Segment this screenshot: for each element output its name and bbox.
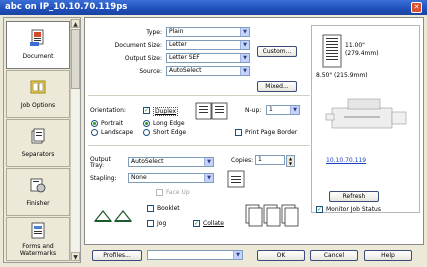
refresh-button[interactable]: Refresh — [329, 191, 379, 202]
ok-button[interactable]: OK — [257, 250, 305, 261]
sidebar-item-label: Document — [22, 53, 54, 60]
sidebar-item-document[interactable]: Document — [6, 21, 70, 69]
scroll-up-icon[interactable]: ▲ — [71, 19, 80, 28]
footer-bar: Profiles... ▼ OK Cancel Help — [84, 247, 424, 265]
close-icon: ✕ — [413, 3, 420, 11]
sidebar-item-separators[interactable]: Separators — [6, 119, 70, 167]
sidebar-item-label: Job Options — [20, 102, 56, 109]
window-title: abc on IP_10.10.70.119ps — [5, 2, 128, 12]
long-edge-radio[interactable] — [143, 120, 150, 127]
custom-button[interactable]: Custom... — [257, 46, 297, 57]
chevron-down-icon: ▼ — [240, 41, 249, 49]
face-up-label: Face Up — [166, 189, 190, 196]
sidebar: Document Job Options Separators Finisher — [3, 17, 81, 263]
paper-height: 11.00" — [345, 42, 365, 49]
document-settings-panel: Type: Plain ▼ Document Size: Letter ▼ Outp… — [84, 17, 424, 245]
stapling-select[interactable]: None ▼ — [128, 173, 214, 183]
divider — [88, 95, 310, 96]
document-icon — [30, 29, 44, 46]
copies-input[interactable]: 1 — [255, 155, 285, 165]
landscape-label: Landscape — [101, 129, 134, 136]
landscape-radio[interactable] — [91, 129, 98, 136]
profile-select[interactable]: ▼ — [147, 250, 243, 260]
printer-image — [325, 98, 407, 129]
preview-frame: 11.00" (279.4mm) 8.50" (215.9mm) 10.10.7… — [311, 25, 420, 213]
separators-icon — [31, 128, 45, 144]
orientation-label: Orientation: — [90, 107, 126, 114]
chevron-down-icon: ▼ — [233, 251, 242, 259]
copies-stepper[interactable]: ▲ ▼ — [286, 155, 295, 167]
collate-pages-icon — [245, 204, 299, 227]
output-size-select[interactable]: Letter SEF ▼ — [166, 53, 250, 63]
nup-label: N-up: — [245, 107, 262, 114]
chevron-down-icon: ▼ — [290, 106, 299, 114]
print-page-border-label: Print Page Border — [245, 129, 298, 136]
booklet-checkbox[interactable] — [147, 205, 154, 212]
divider — [88, 145, 310, 146]
booklet-label: Booklet — [157, 205, 180, 212]
nup-select[interactable]: 1 ▼ — [266, 105, 300, 115]
chevron-down-icon: ▼ — [240, 54, 249, 62]
finisher-icon — [30, 178, 46, 193]
stapling-label: Stapling: — [90, 175, 117, 182]
document-size-select[interactable]: Letter ▼ — [166, 40, 250, 50]
collate-label: Collate — [203, 220, 224, 227]
close-button[interactable]: ✕ — [411, 2, 422, 13]
mixed-button[interactable]: Mixed... — [257, 81, 297, 92]
sidebar-item-label: Finisher — [26, 200, 50, 207]
duplex-checkbox[interactable]: ✓ — [143, 107, 150, 114]
help-button[interactable]: Help — [364, 250, 412, 261]
collate-checkbox[interactable]: ✓ — [193, 220, 200, 227]
sidebar-item-finisher[interactable]: Finisher — [6, 168, 70, 216]
document-size-label: Document Size: — [114, 42, 162, 49]
scroll-down-icon[interactable]: ▼ — [71, 252, 80, 261]
copies-label: Copies: — [231, 157, 254, 164]
monitor-job-status-label: Monitor Job Status — [326, 206, 381, 213]
portrait-radio[interactable] — [91, 120, 98, 127]
type-label: Type: — [146, 29, 162, 36]
sidebar-item-label: Forms and Watermarks — [19, 243, 57, 257]
duplex-book-icon — [195, 102, 228, 120]
chevron-down-icon: ▼ — [240, 28, 249, 36]
long-edge-label: Long Edge — [153, 120, 185, 127]
type-select[interactable]: Plain ▼ — [166, 27, 250, 37]
face-up-checkbox[interactable] — [156, 189, 163, 196]
jog-checkbox[interactable] — [147, 220, 154, 227]
duplex-label: Duplex — [153, 107, 179, 116]
output-tray-icon — [227, 170, 245, 188]
monitor-job-status-checkbox[interactable]: ✓ — [316, 206, 323, 213]
forms-watermarks-icon — [31, 222, 45, 239]
staple-position-icon — [93, 210, 133, 222]
jog-label: Jog — [157, 220, 167, 227]
short-edge-label: Short Edge — [153, 129, 187, 136]
sidebar-item-job-options[interactable]: Job Options — [6, 70, 70, 118]
printer-address-link[interactable]: 10.10.70.119 — [326, 157, 366, 164]
chevron-down-icon: ▼ — [204, 174, 213, 182]
paper-preview-icon — [322, 34, 342, 68]
source-label: Source: — [139, 68, 162, 75]
sidebar-item-label: Separators — [21, 151, 55, 158]
job-options-icon — [30, 80, 46, 94]
sidebar-item-forms-watermarks[interactable]: Forms and Watermarks — [6, 217, 70, 261]
output-tray-label: Output Tray: — [90, 156, 111, 169]
chevron-down-icon: ▼ — [204, 158, 213, 166]
chevron-down-icon: ▼ — [240, 67, 249, 75]
short-edge-radio[interactable] — [143, 129, 150, 136]
paper-height-mm: (279.4mm) — [345, 50, 379, 57]
paper-width: 8.50" (215.9mm) — [316, 72, 368, 79]
sidebar-scrollbar[interactable]: ▲ ▼ — [70, 19, 80, 261]
title-bar: abc on IP_10.10.70.119ps ✕ — [0, 0, 427, 15]
cancel-button[interactable]: Cancel — [310, 250, 358, 261]
source-select[interactable]: AutoSelect ▼ — [166, 66, 250, 76]
portrait-label: Portrait — [101, 120, 124, 127]
output-size-label: Output Size: — [124, 55, 162, 62]
profiles-button[interactable]: Profiles... — [92, 250, 142, 261]
print-page-border-checkbox[interactable] — [235, 129, 242, 136]
output-tray-select[interactable]: AutoSelect ▼ — [128, 157, 214, 167]
scroll-thumb[interactable] — [71, 29, 80, 89]
